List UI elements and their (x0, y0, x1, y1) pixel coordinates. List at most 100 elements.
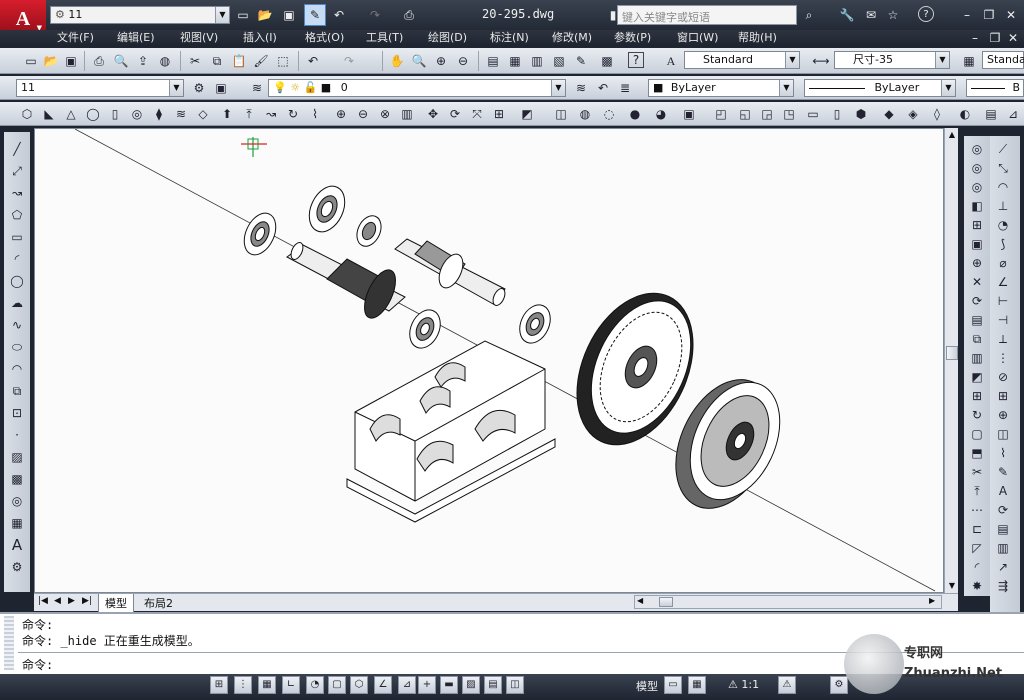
make-current-icon[interactable]: ≋ (572, 79, 590, 97)
blockeditor-icon[interactable]: ⬚ (274, 52, 292, 70)
dynamic-ucs-icon[interactable]: ⊿ (398, 676, 416, 694)
scroll-left-icon[interactable]: ◀ (637, 596, 643, 605)
zoom-out-icon[interactable]: ⊕ (968, 254, 986, 272)
menu-edit[interactable]: 编辑(E) (117, 30, 155, 46)
designcenter-icon[interactable]: ▦ (506, 52, 524, 70)
dim-text-edit-icon[interactable]: A (994, 482, 1012, 500)
command-prompt[interactable]: 命令: (22, 656, 53, 673)
zoom-previous-icon[interactable]: ⊖ (454, 52, 472, 70)
3dmove-icon[interactable]: ✥ (424, 105, 442, 123)
leader-align-icon[interactable]: ⇶ (994, 577, 1012, 595)
jogged-linear-icon[interactable]: ⌇ (994, 444, 1012, 462)
menu-modify[interactable]: 修改(M) (552, 30, 592, 46)
plot-icon[interactable]: ⎙ (90, 52, 108, 70)
tab-nav-prev-icon[interactable]: ◀ (54, 596, 61, 606)
toolpalettes-icon[interactable]: ▥ (528, 52, 546, 70)
fillet-r-icon[interactable]: ◜ (968, 558, 986, 576)
revision-cloud-icon[interactable]: ☁ (8, 294, 26, 312)
toolbar-help-icon[interactable]: ? (628, 52, 644, 68)
3dprint-icon[interactable]: ◍ (156, 52, 174, 70)
view-front-icon[interactable]: ▭ (804, 105, 822, 123)
visual-style-shaded-icon[interactable]: ● (626, 105, 644, 123)
workspace-save-icon[interactable]: ▣ (212, 79, 230, 97)
qnew-icon[interactable]: ▭ (22, 52, 40, 70)
menu-tools[interactable]: 工具(T) (366, 30, 403, 46)
ellipse-arc-icon[interactable]: ◠ (8, 360, 26, 378)
dim-diameter-icon[interactable]: ⌀ (994, 254, 1012, 272)
scroll-down-icon[interactable]: ▼ (945, 579, 959, 593)
loft-icon[interactable]: ⌇ (306, 105, 324, 123)
horizontal-scroll-thumb[interactable] (659, 597, 673, 607)
restore-icon[interactable]: ❐ (980, 6, 998, 24)
close-icon[interactable]: ✕ (1002, 6, 1020, 24)
tolerance-icon[interactable]: ⊞ (994, 387, 1012, 405)
workspace-layer-combo[interactable]: 11 ▼ (16, 79, 184, 97)
annotation-scale[interactable]: ⚠ 1:1 (728, 678, 759, 691)
annotation-visibility-icon[interactable]: ⚠ (778, 676, 796, 694)
dim-aligned-icon[interactable]: ⤡ (994, 159, 1012, 177)
menu-dimension[interactable]: 标注(N) (490, 30, 529, 46)
dim-arc-icon[interactable]: ◠ (994, 178, 1012, 196)
dynamic-input-icon[interactable]: + (418, 676, 436, 694)
view-se-icon[interactable]: ◆ (880, 105, 898, 123)
tab-nav-last-icon[interactable]: ▶| (82, 596, 92, 606)
zoom-all-icon[interactable]: ✕ (968, 273, 986, 291)
paste-icon[interactable]: 📋 (230, 52, 248, 70)
star-icon[interactable]: ☆ (884, 6, 902, 24)
transparency-icon[interactable]: ▨ (462, 676, 480, 694)
open-icon[interactable]: 📂 (256, 6, 274, 24)
workspace-switch-icon[interactable]: ⚙ (830, 676, 848, 694)
zoom-dynamic-icon[interactable]: ◎ (968, 159, 986, 177)
view-bottom-icon[interactable]: ◱ (736, 105, 754, 123)
move-r-icon[interactable]: ▤ (968, 311, 986, 329)
menu-help[interactable]: 帮助(H) (738, 30, 777, 46)
pyramid-icon[interactable]: ⧫ (150, 105, 168, 123)
rectangle-icon[interactable]: ▭ (8, 228, 26, 246)
subtract-icon[interactable]: ⊖ (354, 105, 372, 123)
copy-r-icon[interactable]: ⧉ (968, 330, 986, 348)
plot-preview-icon[interactable]: 🔍 (112, 52, 130, 70)
view-left-icon[interactable]: ◲ (758, 105, 776, 123)
stretch-r-icon[interactable]: ⬒ (968, 444, 986, 462)
dim-ordinate-icon[interactable]: ⊥ (994, 197, 1012, 215)
polygon-icon[interactable]: ⬠ (8, 206, 26, 224)
arc-icon[interactable]: ◜ (8, 250, 26, 268)
sheetset-icon[interactable]: ▧ (550, 52, 568, 70)
menu-window[interactable]: 窗口(W) (677, 30, 718, 46)
dim-edit-icon[interactable]: ✎ (994, 463, 1012, 481)
selection-cycling-icon[interactable]: ◫ (506, 676, 524, 694)
dim-radius-icon[interactable]: ◔ (994, 216, 1012, 234)
dim-style-r-icon[interactable]: ▤ (994, 520, 1012, 538)
explode-r-icon[interactable]: ✸ (968, 577, 986, 595)
workspace-settings-icon[interactable]: ⚙ (190, 79, 208, 97)
planar-surface-icon[interactable]: ◇ (194, 105, 212, 123)
qsave-icon[interactable]: ▣ (62, 52, 80, 70)
presspull-icon[interactable]: ⤒ (240, 105, 258, 123)
linetype-combo[interactable]: ByLayer ▼ (804, 79, 956, 97)
zoom-scale-icon[interactable]: ◎ (968, 178, 986, 196)
zoom-realtime-icon[interactable]: 🔍 (410, 52, 428, 70)
matchprop-icon[interactable]: 🖌 (252, 52, 270, 70)
join-r-icon[interactable]: ⊏ (968, 520, 986, 538)
osnap-tracking-icon[interactable]: ∠ (374, 676, 392, 694)
doc-close-icon[interactable]: ✕ (1004, 29, 1022, 47)
table-icon[interactable]: ▦ (8, 514, 26, 532)
scale-r-icon[interactable]: ▢ (968, 425, 986, 443)
gradient-icon[interactable]: ▩ (8, 470, 26, 488)
visual-style-manager-icon[interactable]: ▣ (680, 105, 698, 123)
multileader-icon[interactable]: ↗ (994, 558, 1012, 576)
menu-view[interactable]: 视图(V) (180, 30, 218, 46)
dim-linear-icon[interactable]: ⟋ (994, 140, 1012, 158)
wrench-icon[interactable]: 🔧 (838, 6, 856, 24)
zoom-in-icon[interactable]: ▣ (968, 235, 986, 253)
view-back-icon[interactable]: ▯ (828, 105, 846, 123)
scroll-up-icon[interactable]: ▲ (945, 128, 959, 142)
dim-space-icon[interactable]: ⋮ (994, 349, 1012, 367)
sweep-icon[interactable]: ↝ (262, 105, 280, 123)
menu-parametric[interactable]: 参数(P) (614, 30, 651, 46)
spline-icon[interactable]: ∿ (8, 316, 26, 334)
chamfer-r-icon[interactable]: ◸ (968, 539, 986, 557)
model-space-button[interactable]: 模型 (636, 678, 658, 694)
qopen-icon[interactable]: 📂 (42, 52, 60, 70)
vertical-scrollbar[interactable]: ▲ ▼ (944, 128, 958, 593)
